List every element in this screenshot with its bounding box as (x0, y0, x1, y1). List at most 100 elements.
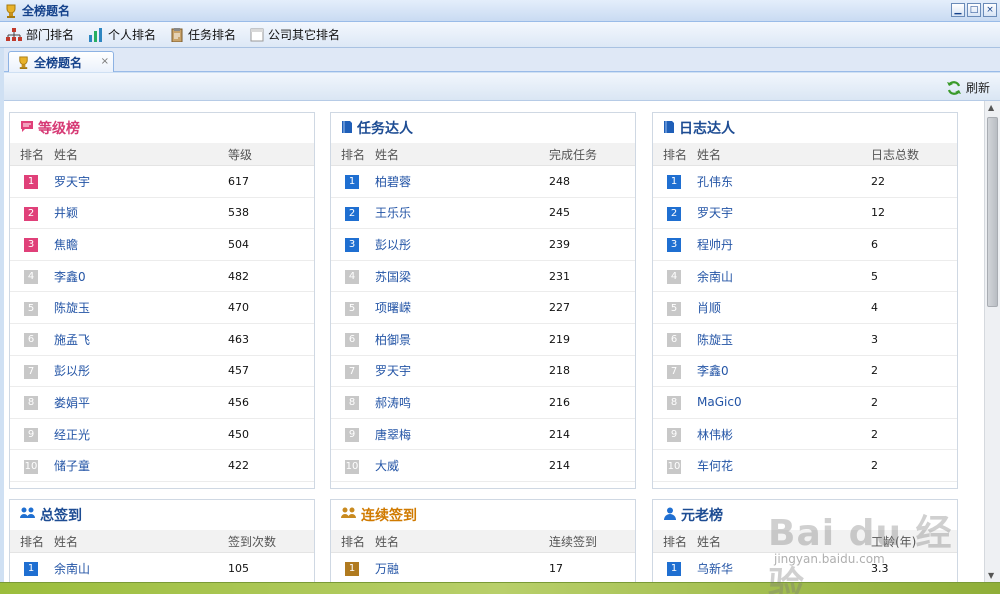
name-link[interactable]: 大威 (365, 457, 549, 474)
table-row[interactable]: 4 苏国梁 231 (331, 261, 635, 293)
column-header[interactable]: 姓名 (44, 533, 228, 550)
table-row[interactable]: 7 李鑫0 2 (653, 356, 957, 388)
table-row[interactable]: 3 程帅丹 6 (653, 229, 957, 261)
table-row[interactable]: 6 陈旋玉 3 (653, 324, 957, 356)
column-header[interactable]: 签到次数 (228, 533, 314, 550)
scroll-down-icon[interactable]: ▼ (988, 571, 994, 580)
column-header[interactable]: 等级 (228, 146, 314, 163)
table-row[interactable]: 3 彭以彤 239 (331, 229, 635, 261)
column-header[interactable]: 姓名 (365, 146, 549, 163)
refresh-button[interactable]: 刷新 (946, 79, 990, 96)
table-row[interactable]: 10 储子童 422 (10, 450, 314, 482)
menu-item-department-rank[interactable]: 部门排名 (6, 26, 74, 43)
table-row[interactable]: 1 孔伟东 22 (653, 166, 957, 198)
table-row[interactable]: 1 柏碧蓉 248 (331, 166, 635, 198)
tab-leaderboard[interactable]: 全榜题名 × (8, 51, 114, 72)
table-row[interactable]: 7 罗天宇 218 (331, 356, 635, 388)
name-link[interactable]: 唐翠梅 (365, 426, 549, 443)
table-row[interactable]: 1 万融 17 (331, 553, 635, 582)
name-link[interactable]: 万融 (365, 560, 549, 577)
menu-item-other-rank[interactable]: 公司其它排名 (250, 26, 340, 43)
name-link[interactable]: 施孟飞 (44, 331, 228, 348)
name-link[interactable]: 肖顺 (687, 299, 871, 316)
name-link[interactable]: 井颖 (44, 204, 228, 221)
column-header[interactable]: 排名 (10, 533, 44, 550)
tab-close-icon[interactable]: × (101, 56, 109, 67)
rank-badge: 10 (24, 459, 38, 474)
name-link[interactable]: 陈旋玉 (44, 299, 228, 316)
name-link[interactable]: 焦瞻 (44, 236, 228, 253)
menu-item-personal-rank[interactable]: 个人排名 (88, 26, 156, 43)
table-row[interactable]: 6 施孟飞 463 (10, 324, 314, 356)
column-header[interactable]: 日志总数 (871, 146, 957, 163)
name-link[interactable]: 郝涛鸣 (365, 394, 549, 411)
column-header[interactable]: 排名 (10, 146, 44, 163)
name-link[interactable]: 罗天宇 (44, 173, 228, 190)
name-link[interactable]: 罗天宇 (687, 204, 871, 221)
name-link[interactable]: MaGic0 (687, 395, 871, 409)
name-link[interactable]: 柏御景 (365, 331, 549, 348)
table-row[interactable]: 5 项曙嵘 227 (331, 292, 635, 324)
table-row[interactable]: 5 陈旋玉 470 (10, 292, 314, 324)
table-row[interactable]: 5 肖顺 4 (653, 292, 957, 324)
table-row[interactable]: 2 井颖 538 (10, 198, 314, 230)
close-button[interactable]: × (983, 3, 997, 17)
table-row[interactable]: 8 MaGic0 2 (653, 387, 957, 419)
table-row[interactable]: 6 柏御景 219 (331, 324, 635, 356)
column-header[interactable]: 排名 (331, 533, 365, 550)
maximize-button[interactable]: □ (967, 3, 981, 17)
table-row[interactable]: 8 娄娟平 456 (10, 387, 314, 419)
name-link[interactable]: 李鑫0 (687, 362, 871, 379)
minimize-button[interactable]: ▁ (951, 3, 965, 17)
scroll-thumb[interactable] (987, 117, 998, 307)
table-row[interactable]: 10 车何花 2 (653, 450, 957, 482)
column-header[interactable]: 连续签到 (549, 533, 635, 550)
value-cell: 4 (871, 301, 878, 315)
table-row[interactable]: 9 经正光 450 (10, 419, 314, 451)
name-link[interactable]: 彭以彤 (44, 362, 228, 379)
name-link[interactable]: 娄娟平 (44, 394, 228, 411)
menu-item-task-rank[interactable]: 任务排名 (170, 26, 236, 43)
table-row[interactable]: 2 王乐乐 245 (331, 198, 635, 230)
table-row[interactable]: 1 罗天宇 617 (10, 166, 314, 198)
table-row[interactable]: 10 大威 214 (331, 450, 635, 482)
name-link[interactable]: 储子童 (44, 457, 228, 474)
column-header[interactable]: 姓名 (44, 146, 228, 163)
name-link[interactable]: 王乐乐 (365, 204, 549, 221)
table-row[interactable]: 4 李鑫0 482 (10, 261, 314, 293)
table-row[interactable]: 1 乌新华 3.3 (653, 553, 957, 582)
column-header[interactable]: 姓名 (687, 533, 871, 550)
name-link[interactable]: 余南山 (44, 560, 228, 577)
name-link[interactable]: 罗天宇 (365, 362, 549, 379)
name-link[interactable]: 陈旋玉 (687, 331, 871, 348)
column-header[interactable]: 姓名 (365, 533, 549, 550)
name-link[interactable]: 经正光 (44, 426, 228, 443)
table-row[interactable]: 3 焦瞻 504 (10, 229, 314, 261)
name-link[interactable]: 李鑫0 (44, 268, 228, 285)
vertical-scrollbar[interactable]: ▲ ▼ (984, 101, 1000, 582)
column-header[interactable]: 排名 (653, 146, 687, 163)
table-row[interactable]: 7 彭以彤 457 (10, 356, 314, 388)
name-link[interactable]: 彭以彤 (365, 236, 549, 253)
column-header[interactable]: 排名 (331, 146, 365, 163)
name-link[interactable]: 程帅丹 (687, 236, 871, 253)
name-link[interactable]: 乌新华 (687, 560, 871, 577)
name-link[interactable]: 车何花 (687, 457, 871, 474)
name-link[interactable]: 柏碧蓉 (365, 173, 549, 190)
name-link[interactable]: 苏国梁 (365, 268, 549, 285)
table-row[interactable]: 1 余南山 105 (10, 553, 314, 582)
table-row[interactable]: 2 罗天宇 12 (653, 198, 957, 230)
column-header[interactable]: 完成任务 (549, 146, 635, 163)
name-link[interactable]: 孔伟东 (687, 173, 871, 190)
column-header[interactable]: 排名 (653, 533, 687, 550)
table-row[interactable]: 9 唐翠梅 214 (331, 419, 635, 451)
scroll-up-icon[interactable]: ▲ (988, 103, 994, 112)
name-link[interactable]: 林伟彬 (687, 426, 871, 443)
column-header[interactable]: 工龄(年) (871, 533, 957, 550)
table-row[interactable]: 4 余南山 5 (653, 261, 957, 293)
table-row[interactable]: 8 郝涛鸣 216 (331, 387, 635, 419)
name-link[interactable]: 项曙嵘 (365, 299, 549, 316)
name-link[interactable]: 余南山 (687, 268, 871, 285)
column-header[interactable]: 姓名 (687, 146, 871, 163)
table-row[interactable]: 9 林伟彬 2 (653, 419, 957, 451)
